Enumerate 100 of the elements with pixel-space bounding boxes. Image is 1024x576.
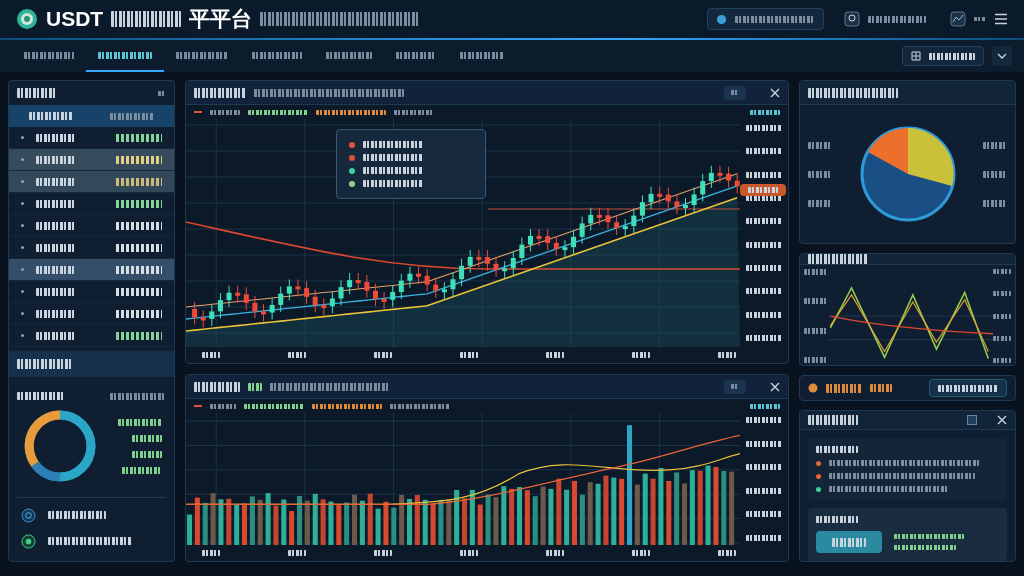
illegible-text [894,534,964,539]
illegible-text [808,199,832,207]
illegible-text [993,335,1011,341]
menu-icon[interactable] [994,13,1008,25]
illegible-text [632,352,650,358]
illegible-text [718,352,736,358]
toggle-button[interactable] [724,379,746,394]
action-button[interactable] [929,379,1007,397]
filter-button[interactable] [902,46,984,66]
illegible-text [29,112,73,120]
illegible-text [974,17,986,21]
expand-icon[interactable] [967,415,977,425]
illegible-text [546,550,564,556]
illegible-text [36,331,76,340]
illegible-text [248,109,308,115]
illegible-text [36,199,76,208]
illegible-text [460,352,478,358]
illegible-text [132,450,162,458]
chevron-down-icon [997,53,1007,59]
illegible-text [808,254,868,264]
illegible-text [632,550,650,556]
language-button[interactable] [707,8,824,30]
illegible-text [374,352,392,358]
illegible-text [870,384,892,392]
watchlist-row[interactable] [9,259,174,281]
illegible-text [363,154,423,161]
user-icon [844,11,860,27]
illegible-text [808,141,832,149]
dropdown-button[interactable] [992,46,1012,66]
illegible-text [48,511,106,519]
illegible-text [374,550,392,556]
grid-icon [911,51,921,61]
watchlist-row[interactable] [9,149,174,171]
illegible-text [36,177,76,186]
illegible-text [826,383,862,393]
logo-icon [16,8,38,30]
illegible-text [746,288,782,295]
illegible-text [750,403,780,409]
app-title: USDT [46,6,104,33]
illegible-text [746,534,782,541]
illegible-text [363,141,423,148]
illegible-text [746,511,782,518]
illegible-text [718,550,736,556]
illegible-text [36,155,76,164]
illegible-text [36,309,76,318]
chart-icon[interactable] [950,11,966,27]
illegible-text [244,403,304,409]
illegible-text [194,381,240,392]
app-title: 平平台 [189,6,253,33]
illegible-text [746,148,782,155]
illegible-text [202,352,220,358]
illegible-text [746,218,782,225]
illegible-text [746,125,782,131]
illegible-text [750,109,780,115]
illegible-text [746,311,782,318]
illegible-text [36,265,76,274]
illegible-text [316,109,386,115]
illegible-text [816,516,858,523]
illegible-text [17,392,65,400]
illegible-text [98,51,152,59]
illegible-text [36,243,76,252]
illegible-text [36,221,76,230]
illegible-text [868,15,926,23]
illegible-text [24,51,74,59]
illegible-text [731,384,739,389]
illegible-text [110,392,166,400]
illegible-text [746,171,782,178]
illegible-text [396,51,436,59]
close-icon[interactable] [770,381,780,392]
primary-button[interactable] [816,531,882,553]
illegible-text [808,415,858,425]
illegible-text [746,241,782,248]
illegible-text [460,550,478,556]
illegible-text [394,109,434,115]
close-icon[interactable] [770,87,780,98]
illegible-text [983,199,1007,207]
close-icon[interactable] [997,415,1007,425]
illegible-text [929,52,975,60]
illegible-text [17,359,72,369]
illegible-text [894,545,956,550]
illegible-text [312,403,382,409]
watchlist-row[interactable] [9,171,174,193]
illegible-text [176,51,228,59]
illegible-text [993,269,1011,274]
alert-icon [808,383,818,393]
illegible-text [816,446,858,453]
illegible-text [110,112,154,120]
illegible-text [983,141,1007,149]
illegible-text [36,133,76,142]
illegible-text [132,434,162,442]
globe-icon [21,507,36,523]
illegible-text [210,403,236,409]
globe-icon [716,13,727,25]
illegible-text [460,51,504,59]
illegible-text [122,466,162,474]
illegible-text [248,382,262,391]
illegible-text [158,90,166,96]
illegible-text [746,440,782,447]
toggle-button[interactable] [724,85,746,100]
illegible-text [993,291,1011,297]
